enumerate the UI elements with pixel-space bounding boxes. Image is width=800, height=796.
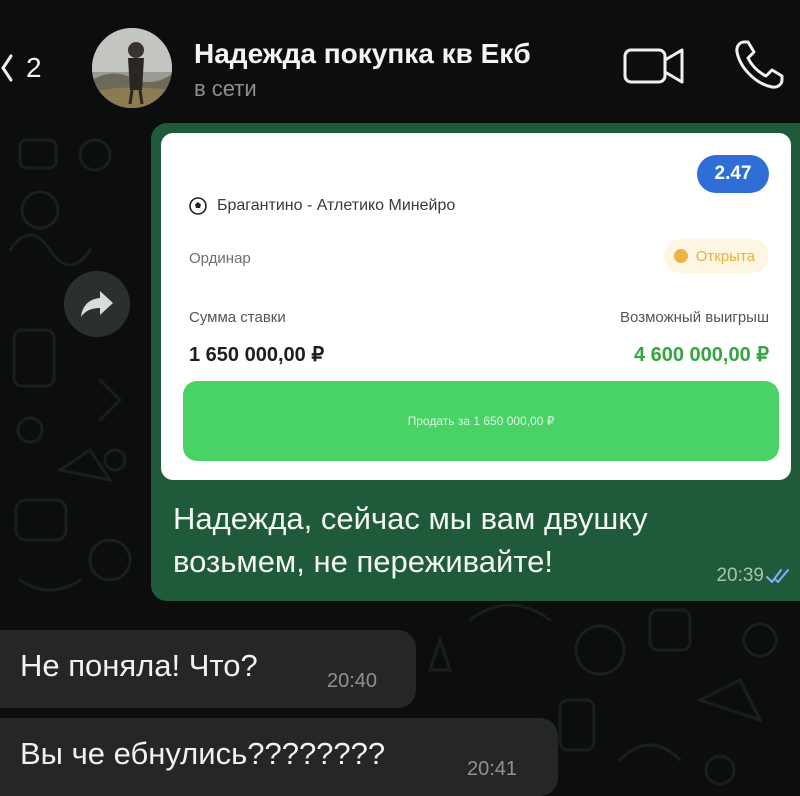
match-label: Брагантино - Атлетико Минейро [217, 197, 456, 214]
contact-name[interactable]: Надежда покупка кв Екб [194, 38, 531, 70]
message-text: Вы че ебнулись???????? [20, 736, 386, 771]
message-time: 20:39 [716, 565, 764, 586]
message-text: Надежда, сейчас мы вам двушку возьмем, н… [173, 501, 648, 579]
message-text: Не поняла! Что? [20, 648, 258, 683]
bet-slip-image[interactable]: 2.47 Брагантино - Атлетико Минейро Ордин… [161, 133, 791, 480]
soccer-ball-icon [189, 197, 207, 215]
unread-count: 2 [26, 52, 42, 83]
chat-header: 2 Надежда покупка кв Екб в сети [0, 0, 800, 112]
incoming-message[interactable]: Не поняла! Что? 20:40 [0, 630, 416, 708]
forward-button[interactable] [64, 271, 130, 337]
outgoing-message[interactable]: 2.47 Брагантино - Атлетико Минейро Ордин… [151, 123, 800, 601]
video-call-icon[interactable] [622, 42, 686, 90]
payout-label: Возможный выигрыш [620, 309, 769, 326]
back-button[interactable]: 2 [0, 44, 60, 92]
status-dot-icon [673, 249, 688, 263]
status-badge: Открыта [663, 239, 769, 273]
odds-badge: 2.47 [697, 155, 769, 193]
bet-type: Ординар [189, 250, 251, 267]
double-check-icon [766, 569, 789, 583]
match-title: Брагантино - Атлетико Минейро [189, 197, 455, 215]
chevron-left-icon [1, 54, 13, 82]
status-label: Открыта [695, 247, 755, 265]
incoming-message[interactable]: Вы че ебнулись???????? 20:41 [0, 718, 558, 796]
payout-value: 4 600 000,00 ₽ [633, 344, 769, 366]
message-time: 20:41 [467, 758, 518, 780]
forward-icon [81, 291, 113, 317]
stake-value: 1 650 000,00 ₽ [189, 344, 325, 366]
avatar[interactable] [92, 28, 172, 108]
avatar-photo [92, 28, 172, 108]
message-time: 20:40 [327, 670, 378, 692]
phone-icon[interactable] [730, 36, 788, 94]
contact-status: в сети [194, 76, 257, 101]
sell-button[interactable]: Продать за 1 650 000,00 ₽ [183, 381, 779, 461]
stake-label: Сумма ставки [189, 309, 286, 326]
